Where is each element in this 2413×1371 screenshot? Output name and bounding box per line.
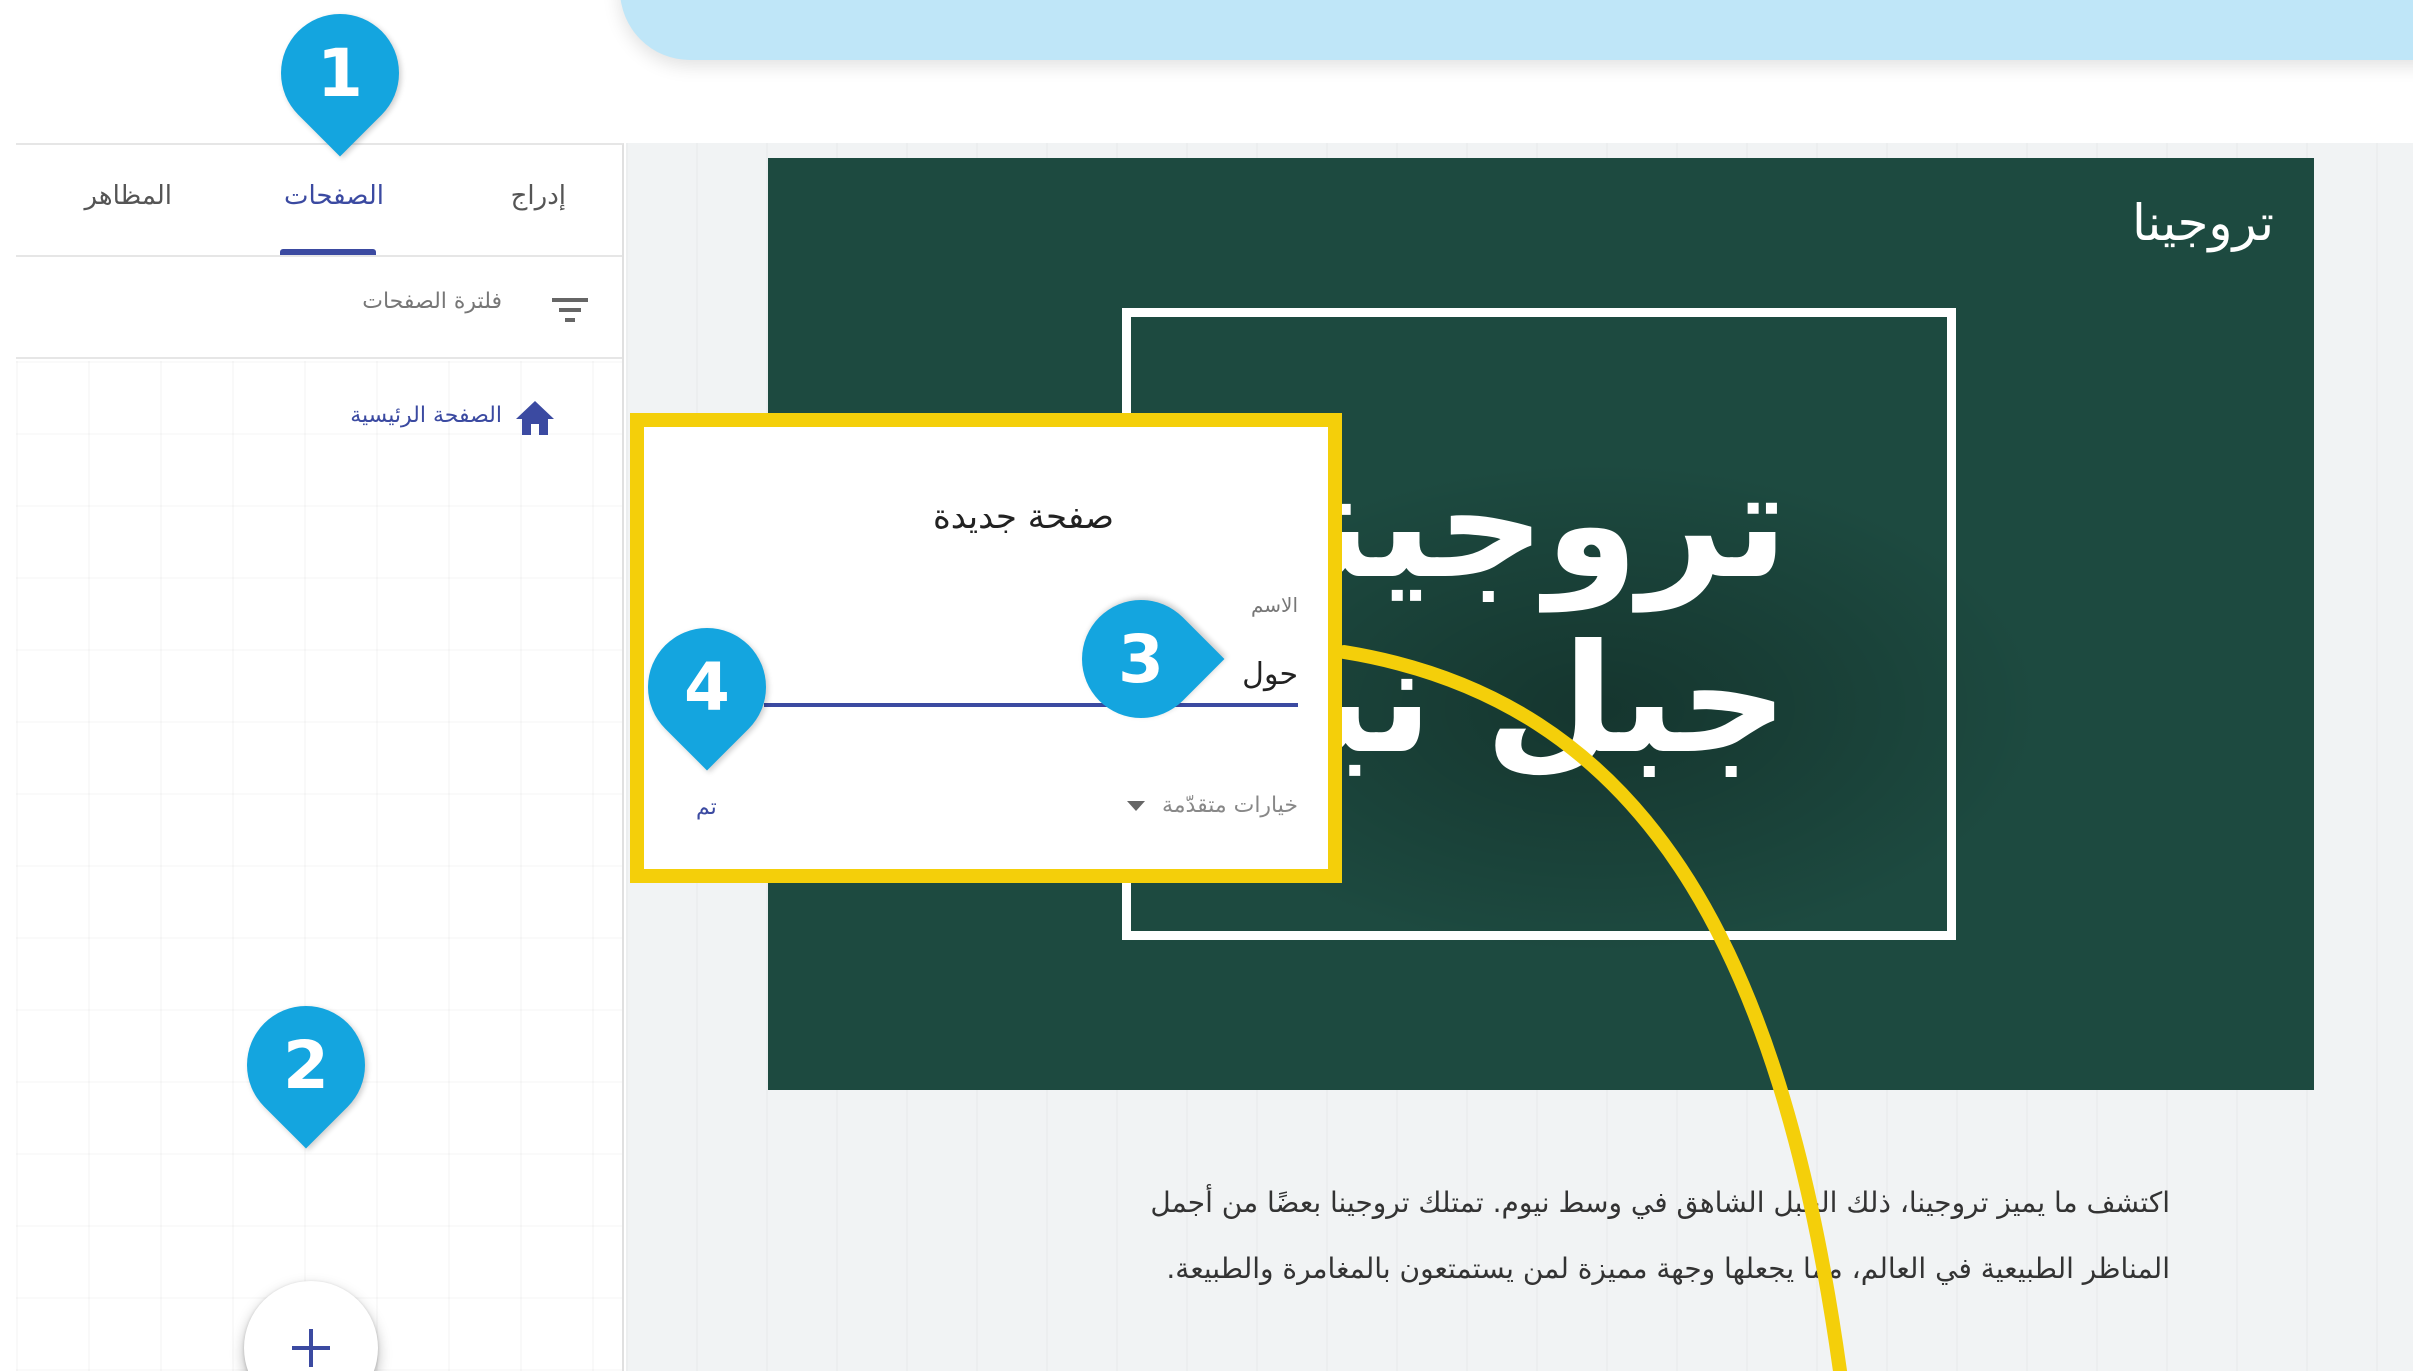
active-tab-indicator: [280, 249, 376, 255]
callout-step-4: 4: [623, 603, 791, 771]
callout-step-1: 1: [256, 0, 424, 157]
body-text-line-2: المناظر الطبيعية في العالم، مما يجعلها و…: [1166, 1252, 2170, 1285]
tab-themes[interactable]: المظاهر: [85, 181, 172, 211]
advanced-options-label: خيارات متقدّمة: [1161, 793, 1298, 818]
name-field-label: الاسم: [1250, 593, 1298, 617]
sidebar-item-home[interactable]: الصفحة الرئيسية: [16, 383, 622, 443]
site-name[interactable]: تروجينا: [2132, 194, 2274, 252]
dropdown-arrow-icon: [1126, 801, 1145, 811]
name-input-underline: [764, 703, 1298, 707]
filter-pages-label: فلترة الصفحات: [362, 289, 502, 314]
callout-step-3: 3: [1057, 575, 1225, 743]
tab-pages[interactable]: الصفحات: [284, 181, 384, 211]
site-body-text[interactable]: اكتشف ما يميز تروجينا، ذلك الجبل الشاهق …: [930, 1170, 2170, 1302]
tab-insert[interactable]: إدراج: [511, 181, 566, 211]
plus-icon: [292, 1329, 330, 1367]
sidebar-panel: إدراج الصفحات المظاهر فلترة الصفحات الصف…: [16, 143, 624, 1371]
page-name-input[interactable]: حول: [1242, 657, 1298, 692]
home-page-label: الصفحة الرئيسية: [350, 403, 502, 428]
done-button[interactable]: تم: [696, 795, 717, 820]
filter-icon[interactable]: [550, 295, 590, 325]
top-banner: [620, 0, 2413, 60]
tutorial-screenshot: إدراج الصفحات المظاهر فلترة الصفحات الصف…: [0, 0, 2413, 1371]
sidebar-tabs: إدراج الصفحات المظاهر: [16, 145, 622, 257]
home-icon: [516, 401, 554, 435]
callout-step-2: 2: [222, 981, 390, 1149]
page-filter-row[interactable]: فلترة الصفحات: [16, 259, 622, 359]
advanced-options-toggle[interactable]: خيارات متقدّمة: [1126, 793, 1298, 818]
dialog-title: صفحة جديدة: [932, 497, 1114, 537]
body-text-line-1: اكتشف ما يميز تروجينا، ذلك الجبل الشاهق …: [1150, 1186, 2170, 1219]
sidebar-background: [16, 361, 622, 1371]
